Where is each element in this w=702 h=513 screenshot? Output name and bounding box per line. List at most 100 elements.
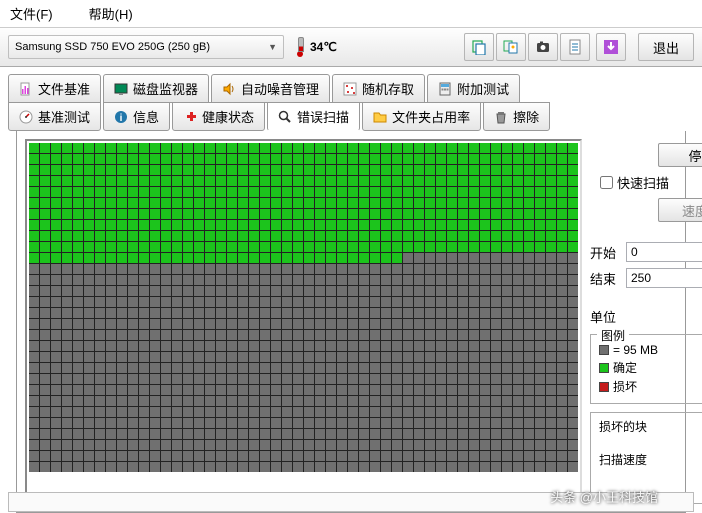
grid-cell <box>381 341 391 351</box>
report-button[interactable] <box>560 33 590 61</box>
grid-cell <box>304 264 314 274</box>
tab-disk-monitor[interactable]: 磁盘监视器 <box>103 74 209 103</box>
grid-cell <box>260 264 270 274</box>
grid-cell <box>491 275 501 285</box>
grid-cell <box>315 297 325 307</box>
grid-cell <box>238 187 248 197</box>
start-input[interactable] <box>626 242 702 262</box>
tab-benchmark[interactable]: 基准测试 <box>8 102 101 131</box>
grid-cell <box>392 154 402 164</box>
grid-cell <box>128 440 138 450</box>
grid-cell <box>568 308 578 318</box>
grid-cell <box>359 451 369 461</box>
grid-cell <box>414 319 424 329</box>
grid-cell <box>128 319 138 329</box>
grid-cell <box>238 319 248 329</box>
download-button[interactable] <box>596 33 626 61</box>
copy-image-button[interactable] <box>496 33 526 61</box>
grid-cell <box>29 176 39 186</box>
tab-aam[interactable]: 自动噪音管理 <box>211 74 330 103</box>
grid-cell <box>568 440 578 450</box>
tab-random-access[interactable]: 随机存取 <box>332 74 425 103</box>
grid-cell <box>458 385 468 395</box>
grid-cell <box>315 341 325 351</box>
grid-cell <box>304 396 314 406</box>
grid-cell <box>403 385 413 395</box>
grid-cell <box>172 396 182 406</box>
grid-cell <box>502 396 512 406</box>
grid-cell <box>249 176 259 186</box>
exit-button[interactable]: 退出 <box>638 33 694 61</box>
stop-button[interactable]: 停止 <box>658 143 702 167</box>
grid-cell <box>546 275 556 285</box>
grid-cell <box>524 374 534 384</box>
grid-cell <box>51 220 61 230</box>
grid-cell <box>370 330 380 340</box>
grid-cell <box>106 198 116 208</box>
grid-cell <box>194 407 204 417</box>
grid-cell <box>304 429 314 439</box>
screenshot-button[interactable] <box>528 33 558 61</box>
grid-cell <box>546 418 556 428</box>
grid-cell <box>106 462 116 472</box>
grid-cell <box>304 176 314 186</box>
grid-cell <box>62 275 72 285</box>
grid-cell <box>403 209 413 219</box>
grid-cell <box>425 231 435 241</box>
grid-cell <box>337 341 347 351</box>
grid-cell <box>29 165 39 175</box>
grid-cell <box>106 308 116 318</box>
grid-cell <box>282 308 292 318</box>
grid-cell <box>293 220 303 230</box>
unit-label: 单位 <box>590 307 620 326</box>
grid-cell <box>260 297 270 307</box>
grid-cell <box>128 187 138 197</box>
tab-folder-usage[interactable]: 文件夹占用率 <box>362 102 481 131</box>
grid-cell <box>216 264 226 274</box>
grid-cell <box>282 253 292 263</box>
grid-cell <box>535 209 545 219</box>
grid-cell <box>161 451 171 461</box>
tab-file-benchmark[interactable]: 文件基准 <box>8 74 101 103</box>
grid-cell <box>546 242 556 252</box>
grid-cell <box>205 374 215 384</box>
grid-cell <box>458 165 468 175</box>
copy-text-button[interactable] <box>464 33 494 61</box>
grid-cell <box>194 319 204 329</box>
grid-cell <box>260 198 270 208</box>
end-input[interactable] <box>626 268 702 288</box>
grid-cell <box>392 176 402 186</box>
quick-scan-checkbox[interactable]: 快速扫描 <box>600 173 702 192</box>
grid-cell <box>139 396 149 406</box>
grid-cell <box>546 143 556 153</box>
grid-cell <box>282 407 292 417</box>
tab-error-scan[interactable]: 错误扫描 <box>267 102 360 131</box>
grid-cell <box>194 352 204 362</box>
tab-info[interactable]: i信息 <box>103 102 170 131</box>
grid-cell <box>216 352 226 362</box>
tab-extra-tests[interactable]: 附加测试 <box>427 74 520 103</box>
grid-cell <box>139 286 149 296</box>
grid-cell <box>271 352 281 362</box>
grid-cell <box>62 297 72 307</box>
grid-cell <box>502 407 512 417</box>
grid-cell <box>403 198 413 208</box>
grid-cell <box>51 154 61 164</box>
tab-erase[interactable]: 擦除 <box>483 102 550 131</box>
file-benchmark-icon <box>19 82 33 96</box>
drive-select[interactable]: Samsung SSD 750 EVO 250G (250 gB) ▼ <box>8 35 284 59</box>
grid-cell <box>216 286 226 296</box>
speedmap-button[interactable]: 速度图 <box>658 198 702 222</box>
grid-cell <box>260 363 270 373</box>
grid-cell <box>249 143 259 153</box>
grid-cell <box>117 341 127 351</box>
grid-cell <box>359 242 369 252</box>
grid-cell <box>73 341 83 351</box>
grid-cell <box>326 286 336 296</box>
tab-health[interactable]: 健康状态 <box>172 102 265 131</box>
grid-cell <box>73 418 83 428</box>
grid-cell <box>128 385 138 395</box>
menu-file[interactable]: 文件(F) <box>10 4 71 23</box>
menu-help[interactable]: 帮助(H) <box>89 4 151 23</box>
grid-cell <box>150 418 160 428</box>
